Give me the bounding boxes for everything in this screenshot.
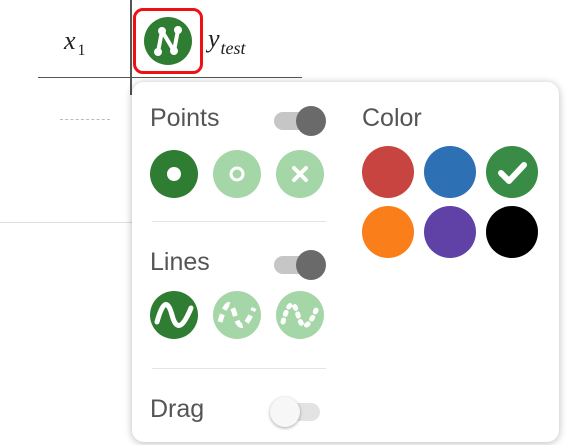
points-toggle[interactable]	[270, 104, 326, 136]
line-solid-icon[interactable]	[150, 291, 198, 339]
column-divider	[130, 0, 132, 95]
ytest-subscript: test	[220, 38, 246, 58]
column-header-x1: x1	[64, 26, 86, 60]
color-swatch-blue[interactable]	[424, 146, 476, 198]
header-underline	[38, 77, 302, 78]
color-swatch-red[interactable]	[362, 146, 414, 198]
point-cross-icon[interactable]	[276, 150, 324, 198]
ytest-variable: y	[208, 24, 220, 53]
line-style-icon	[144, 17, 192, 65]
style-menu-popup: Points Lines Drag Color	[132, 82, 559, 442]
lines-label: Lines	[150, 248, 210, 276]
checkmark-icon	[498, 162, 527, 184]
point-dot-icon[interactable]	[150, 150, 198, 198]
empty-cell-placeholder	[60, 119, 110, 120]
row-divider	[0, 222, 140, 223]
color-swatch-orange[interactable]	[362, 206, 414, 258]
line-dashed-icon[interactable]	[213, 291, 261, 339]
x1-variable: x	[64, 26, 76, 55]
drag-label: Drag	[150, 395, 205, 423]
color-swatch-purple[interactable]	[424, 206, 476, 258]
point-open-circle-icon[interactable]	[213, 150, 261, 198]
color-swatch-green[interactable]	[486, 146, 538, 198]
column-header-ytest: ytest	[208, 24, 246, 59]
line-dotted-icon[interactable]	[276, 291, 324, 339]
points-label: Points	[150, 104, 220, 132]
color-label: Color	[362, 104, 422, 132]
series-style-button[interactable]	[133, 8, 203, 74]
lines-toggle[interactable]	[270, 248, 326, 280]
color-swatch-black[interactable]	[486, 206, 538, 258]
x1-subscript: 1	[77, 42, 86, 59]
section-divider	[152, 221, 326, 222]
section-divider	[152, 368, 326, 369]
drag-toggle[interactable]	[270, 395, 326, 427]
